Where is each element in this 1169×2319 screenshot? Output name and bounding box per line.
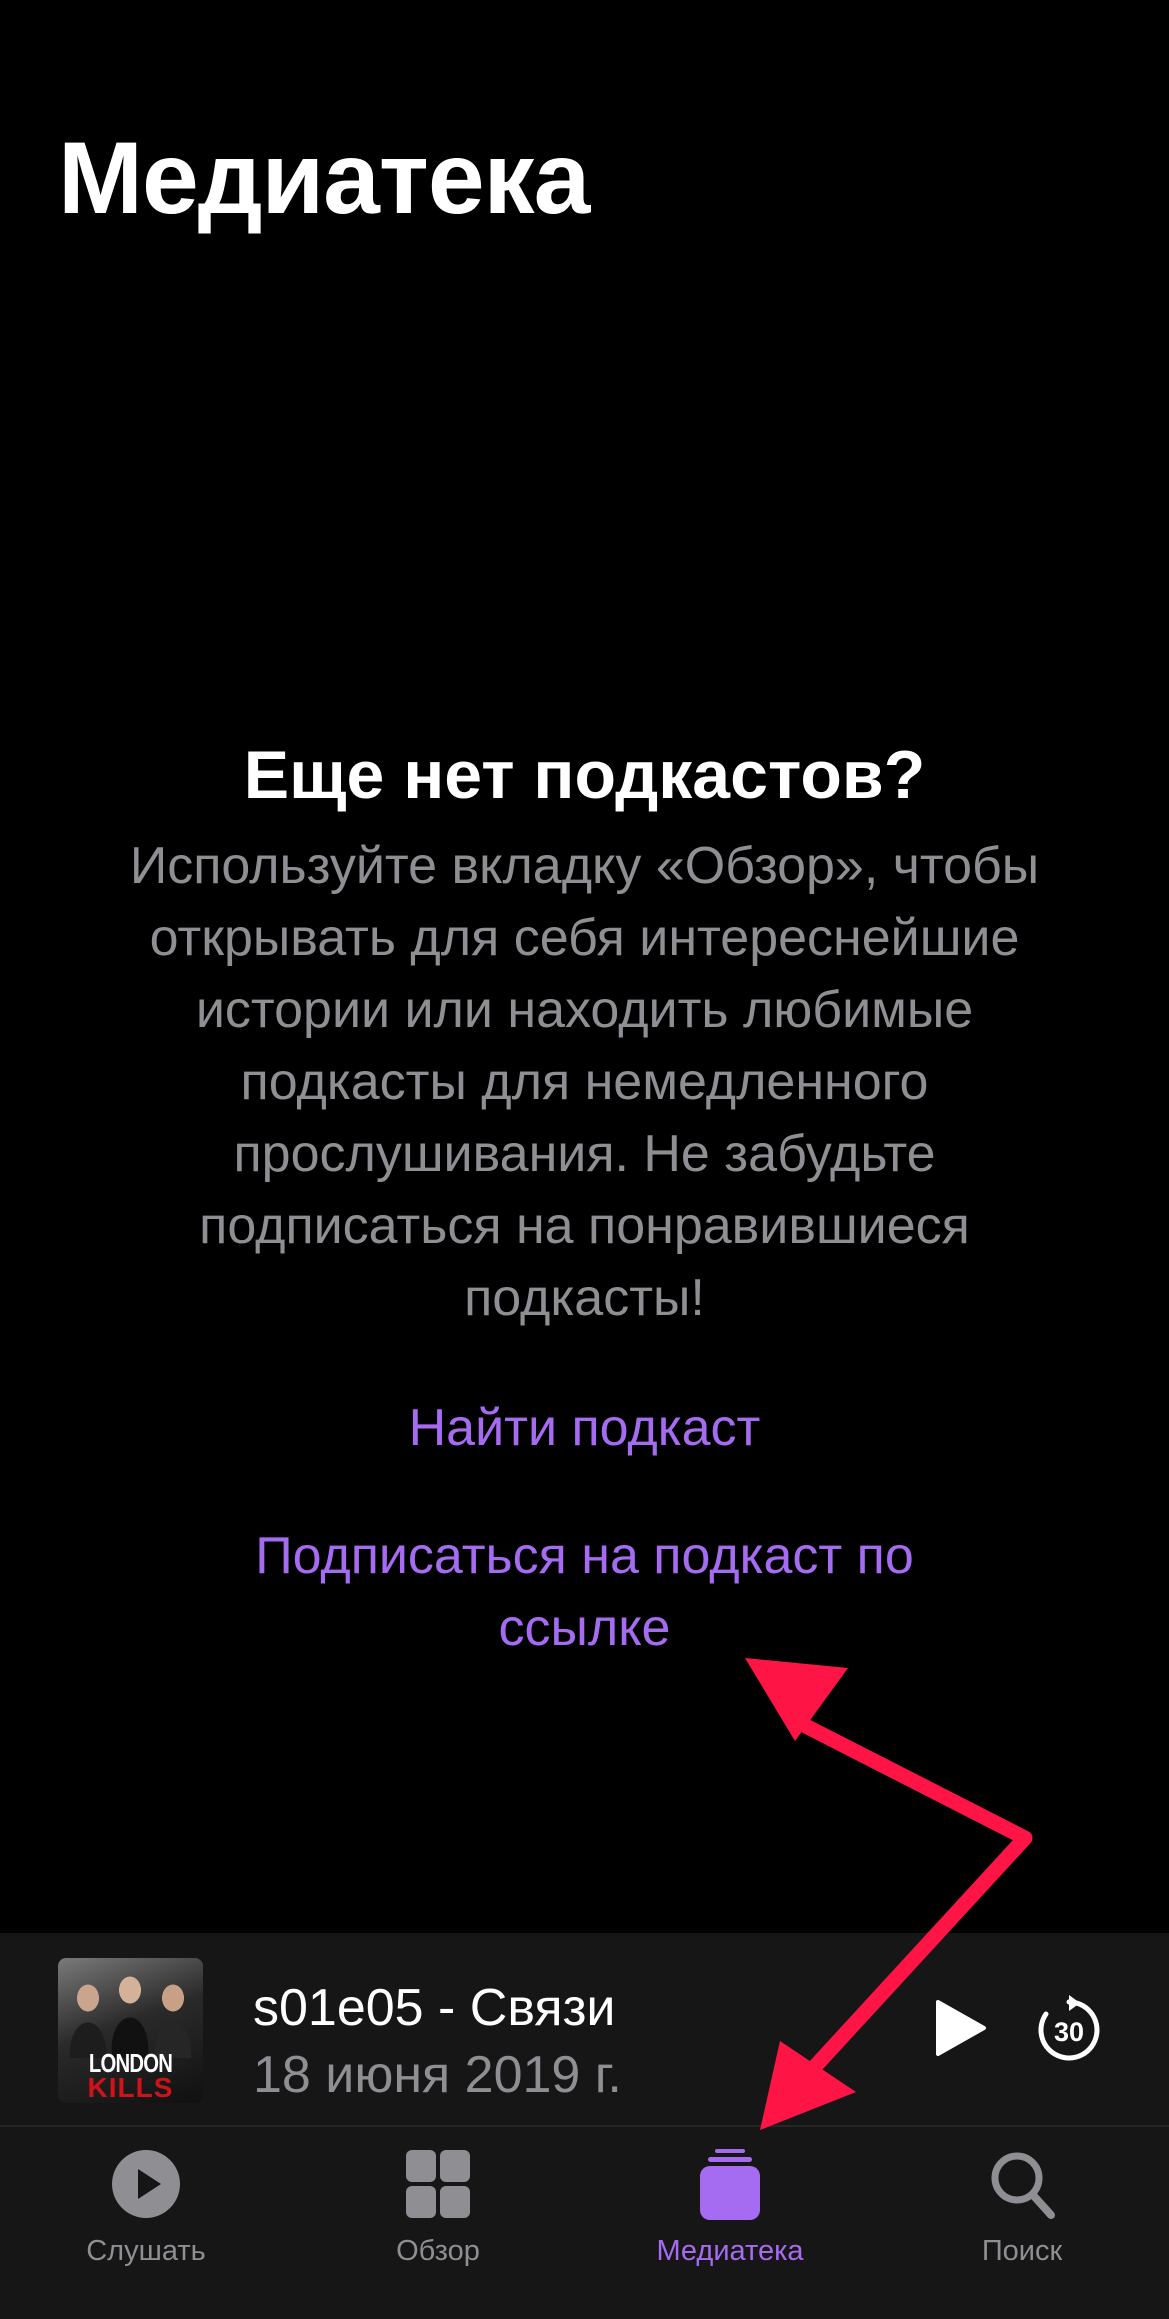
grid-icon [406, 2150, 470, 2218]
play-circle-icon [112, 2150, 180, 2218]
find-podcast-link[interactable]: Найти подкаст [0, 1392, 1169, 1464]
tab-label: Слушать [86, 2235, 206, 2267]
page-title: Медиатека [58, 121, 590, 235]
subscribe-by-url-link[interactable]: Подписаться на подкаст по ссылке [205, 1520, 965, 1664]
tab-label: Обзор [396, 2235, 480, 2267]
empty-state: Еще нет подкастов? Используйте вкладку «… [0, 730, 1169, 1664]
skip-forward-30-button[interactable]: 30 [1034, 1995, 1104, 2065]
empty-state-heading: Еще нет подкастов? [243, 737, 926, 813]
play-icon [936, 2000, 986, 2056]
skip-forward-30-icon: 30 [1038, 1995, 1100, 2061]
tab-library[interactable]: Медиатека [584, 2127, 876, 2319]
tab-listen-now[interactable]: Слушать [0, 2127, 292, 2319]
empty-state-body: Используйте вкладку «Обзор», чтобы откры… [129, 837, 1040, 1327]
tab-label: Поиск [981, 2235, 1063, 2267]
play-button[interactable] [930, 1998, 990, 2058]
tab-label: Медиатека [656, 2235, 804, 2267]
episode-artwork: LONDON KILLS [58, 1958, 203, 2103]
tab-search[interactable]: Поиск [876, 2127, 1168, 2319]
tab-bar: Слушать Обзор Медиатека Поиск [0, 2125, 1169, 2319]
library-stack-icon [700, 2149, 760, 2220]
episode-date: 18 июня 2019 г. [253, 2046, 622, 2104]
mini-player[interactable]: LONDON KILLS s01e05 - Связи 18 июня 2019… [0, 1933, 1169, 2125]
skip-seconds-label: 30 [1054, 2017, 1084, 2047]
episode-title: s01e05 - Связи [253, 1979, 616, 2037]
tab-browse[interactable]: Обзор [292, 2127, 584, 2319]
search-icon [991, 2152, 1055, 2219]
